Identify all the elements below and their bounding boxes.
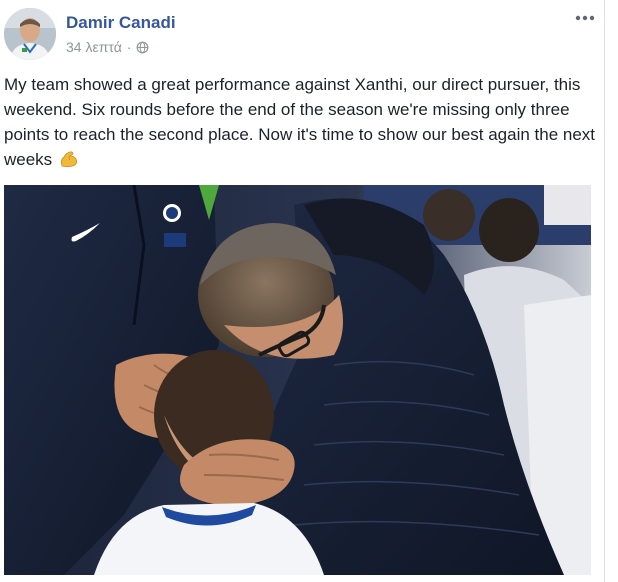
post-photo[interactable] <box>4 185 591 575</box>
more-options-icon <box>575 15 595 21</box>
avatar-image <box>4 8 56 60</box>
timestamp[interactable]: 34 λεπτά <box>66 39 122 55</box>
post-meta: 34 λεπτά · <box>66 39 149 55</box>
facebook-post-card: Damir Canadi 34 λεπτά · My team showed a… <box>0 0 605 582</box>
globe-icon[interactable] <box>136 41 149 54</box>
flexed-biceps-emoji <box>59 150 79 168</box>
author-name[interactable]: Damir Canadi <box>66 13 176 33</box>
more-options-button[interactable] <box>570 8 600 28</box>
author-avatar[interactable] <box>4 8 56 60</box>
post-header: Damir Canadi 34 λεπτά · <box>0 0 605 64</box>
meta-separator: · <box>126 39 132 55</box>
post-body: My team showed a great performance again… <box>4 75 596 169</box>
coach-hugging-young-player-photo <box>4 185 591 575</box>
post-text: My team showed a great performance again… <box>4 72 600 172</box>
